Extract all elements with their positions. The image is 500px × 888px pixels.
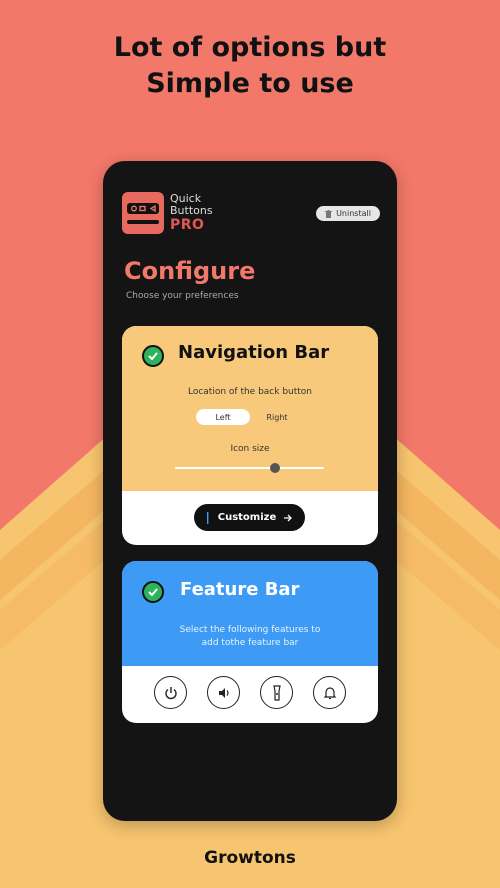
app-name-line-2: Buttons bbox=[170, 204, 213, 217]
icon-size-label: Icon size bbox=[230, 444, 270, 454]
volume-icon bbox=[218, 687, 229, 698]
back-button-location-toggle: Left Right bbox=[196, 409, 304, 425]
power-icon bbox=[164, 686, 177, 699]
phone-frame: Quick Buttons PRO Uninstall Configure Ch… bbox=[103, 161, 397, 821]
bell-icon bbox=[323, 686, 336, 699]
feature-description-line-1: Select the following features to bbox=[179, 625, 321, 635]
flashlight-icon bbox=[272, 684, 281, 701]
headline-line-2: Simple to use bbox=[146, 68, 354, 99]
navigation-card-title: Navigation Bar bbox=[178, 342, 330, 363]
navigation-bar-card: Navigation Bar Location of the back butt… bbox=[122, 326, 378, 545]
headline-line-1: Lot of options but bbox=[113, 32, 387, 63]
signal-icon bbox=[206, 511, 209, 524]
customize-button[interactable]: Customize bbox=[194, 504, 305, 531]
feature-description-line-2: add tothe feature bar bbox=[201, 638, 299, 648]
navigation-enabled-checkbox[interactable] bbox=[142, 345, 164, 367]
checkmark-icon bbox=[148, 352, 158, 360]
feature-card-title: Feature Bar bbox=[180, 579, 300, 600]
headline: Lot of options but Simple to use bbox=[0, 30, 500, 102]
back-button-location-label: Location of the back button bbox=[187, 387, 313, 397]
checkmark-icon bbox=[148, 588, 158, 596]
feature-bar-card: Feature Bar Select the following feature… bbox=[122, 561, 378, 723]
feature-description: Select the following features to add tot… bbox=[122, 624, 378, 650]
configure-subtitle: Choose your preferences bbox=[126, 291, 239, 301]
app-logo-icon bbox=[122, 192, 164, 234]
icon-size-slider[interactable] bbox=[175, 463, 324, 473]
uninstall-button[interactable]: Uninstall bbox=[316, 206, 380, 221]
uninstall-label: Uninstall bbox=[336, 209, 371, 218]
feature-icons-row bbox=[122, 676, 378, 712]
app-pro-badge: PRO bbox=[170, 217, 205, 233]
volume-button[interactable] bbox=[207, 676, 240, 709]
app-name: Quick Buttons bbox=[170, 193, 213, 217]
feature-enabled-checkbox[interactable] bbox=[142, 581, 164, 603]
power-button[interactable] bbox=[154, 676, 187, 709]
trash-icon bbox=[325, 209, 333, 218]
brand-footer: Growtons bbox=[204, 848, 296, 868]
feature-card-header bbox=[122, 561, 378, 666]
arrow-right-icon bbox=[284, 514, 293, 521]
flashlight-button[interactable] bbox=[260, 676, 293, 709]
option-left[interactable]: Left bbox=[196, 409, 250, 425]
slider-thumb[interactable] bbox=[269, 463, 280, 473]
option-right[interactable]: Right bbox=[250, 409, 304, 425]
configure-title: Configure bbox=[124, 257, 256, 285]
bell-button[interactable] bbox=[313, 676, 346, 709]
customize-label: Customize bbox=[217, 512, 277, 523]
